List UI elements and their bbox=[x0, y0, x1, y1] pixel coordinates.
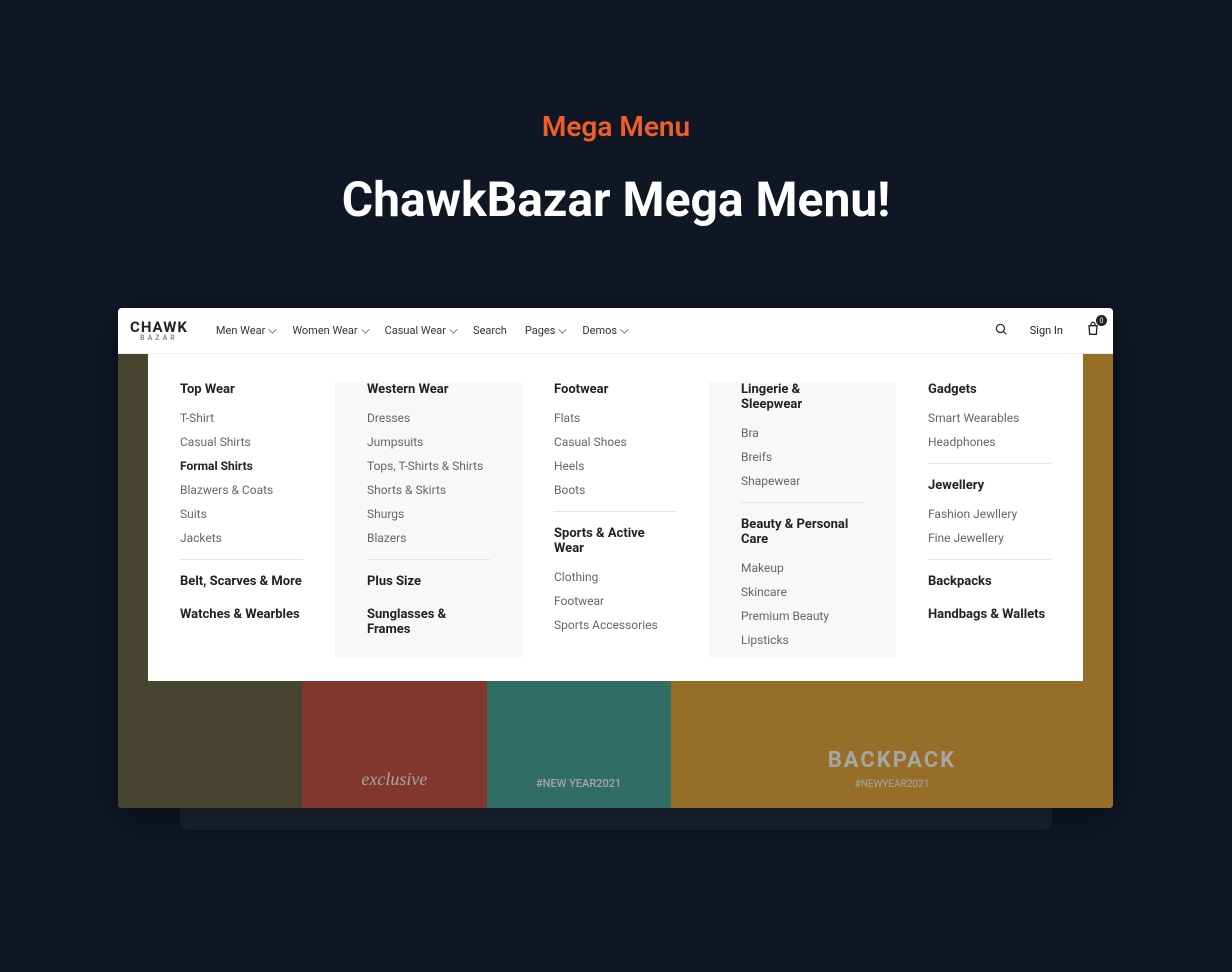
menu-item[interactable]: Jumpsuits bbox=[367, 435, 490, 449]
menu-section[interactable]: Backpacks bbox=[928, 574, 1051, 589]
menu-item[interactable]: Tops, T-Shirts & Shirts bbox=[367, 459, 490, 473]
col-header[interactable]: Top Wear bbox=[180, 382, 303, 397]
logo[interactable]: CHAWK BAZAR bbox=[130, 320, 188, 342]
nav: Men Wear Women Wear Casual Wear Search P… bbox=[216, 324, 626, 337]
divider bbox=[367, 559, 490, 560]
menu-section[interactable]: Sunglasses & Frames bbox=[367, 607, 490, 637]
menu-section[interactable]: Handbags & Wallets bbox=[928, 607, 1051, 622]
nav-demos[interactable]: Demos bbox=[582, 324, 626, 337]
mega-col-gadgets: Gadgets Smart Wearables Headphones Jewel… bbox=[896, 382, 1083, 657]
menu-item[interactable]: Jackets bbox=[180, 531, 303, 545]
menu-item[interactable]: Skincare bbox=[741, 585, 864, 599]
menu-section[interactable]: Jewellery bbox=[928, 478, 1051, 493]
nav-search[interactable]: Search bbox=[473, 324, 507, 337]
divider bbox=[928, 559, 1051, 560]
divider bbox=[554, 511, 677, 512]
logo-main: CHAWK bbox=[130, 318, 188, 336]
mega-col-western: Western Wear Dresses Jumpsuits Tops, T-S… bbox=[335, 382, 522, 657]
hero-title: ChawkBazar Mega Menu! bbox=[0, 171, 1232, 228]
menu-section[interactable]: Sports & Active Wear bbox=[554, 526, 677, 556]
topbar-right: Sign In 0 bbox=[994, 321, 1101, 340]
signin-link[interactable]: Sign In bbox=[1030, 324, 1063, 337]
menu-item[interactable]: Casual Shoes bbox=[554, 435, 677, 449]
menu-section[interactable]: Belt, Scarves & More bbox=[180, 574, 303, 589]
menu-item[interactable]: Makeup bbox=[741, 561, 864, 575]
col-header[interactable]: Lingerie & Sleepwear bbox=[741, 382, 864, 412]
chevron-down-icon bbox=[620, 325, 628, 333]
chevron-down-icon bbox=[559, 325, 567, 333]
menu-item[interactable]: Shorts & Skirts bbox=[367, 483, 490, 497]
menu-item[interactable]: Breifs bbox=[741, 450, 864, 464]
chevron-down-icon bbox=[268, 325, 276, 333]
browser-window: CHAWK BAZAR Men Wear Women Wear Casual W… bbox=[118, 308, 1113, 808]
menu-item[interactable]: Clothing bbox=[554, 570, 677, 584]
topbar: CHAWK BAZAR Men Wear Women Wear Casual W… bbox=[118, 308, 1113, 354]
menu-item[interactable]: Flats bbox=[554, 411, 677, 425]
logo-sub: BAZAR bbox=[130, 335, 188, 342]
divider bbox=[928, 463, 1051, 464]
nav-women-wear[interactable]: Women Wear bbox=[292, 324, 366, 337]
menu-item[interactable]: Boots bbox=[554, 483, 677, 497]
mega-col-footwear: Footwear Flats Casual Shoes Heels Boots … bbox=[522, 382, 709, 657]
hero-subtitle: Mega Menu bbox=[0, 110, 1232, 143]
menu-item[interactable]: Blazers bbox=[367, 531, 490, 545]
nav-men-wear[interactable]: Men Wear bbox=[216, 324, 274, 337]
menu-item[interactable]: Shapewear bbox=[741, 474, 864, 488]
menu-item[interactable]: Formal Shirts bbox=[180, 459, 303, 473]
divider bbox=[741, 502, 864, 503]
col-header[interactable]: Gadgets bbox=[928, 382, 1051, 397]
col-header[interactable]: Western Wear bbox=[367, 382, 490, 397]
menu-item[interactable]: Casual Shirts bbox=[180, 435, 303, 449]
nav-pages[interactable]: Pages bbox=[525, 324, 565, 337]
menu-item[interactable]: Lipsticks bbox=[741, 633, 864, 647]
chevron-down-icon bbox=[361, 325, 369, 333]
mega-menu: Top Wear T-Shirt Casual Shirts Formal Sh… bbox=[148, 354, 1083, 681]
hero: Mega Menu ChawkBazar Mega Menu! bbox=[0, 0, 1232, 228]
nav-casual-wear[interactable]: Casual Wear bbox=[385, 324, 455, 337]
menu-item[interactable]: Heels bbox=[554, 459, 677, 473]
menu-item[interactable]: Headphones bbox=[928, 435, 1051, 449]
menu-item[interactable]: Sports Accessories bbox=[554, 618, 677, 632]
chevron-down-icon bbox=[449, 325, 457, 333]
menu-section[interactable]: Plus Size bbox=[367, 574, 490, 589]
menu-item[interactable]: Dresses bbox=[367, 411, 490, 425]
menu-section[interactable]: Watches & Wearbles bbox=[180, 607, 303, 622]
menu-item[interactable]: Footwear bbox=[554, 594, 677, 608]
search-icon[interactable] bbox=[994, 322, 1008, 339]
menu-item[interactable]: Smart Wearables bbox=[928, 411, 1051, 425]
menu-section[interactable]: Beauty & Personal Care bbox=[741, 517, 864, 547]
menu-item[interactable]: T-Shirt bbox=[180, 411, 303, 425]
menu-item[interactable]: Fine Jewellery bbox=[928, 531, 1051, 545]
menu-item[interactable]: Bra bbox=[741, 426, 864, 440]
mega-col-topwear: Top Wear T-Shirt Casual Shirts Formal Sh… bbox=[148, 382, 335, 657]
col-header[interactable]: Footwear bbox=[554, 382, 677, 397]
cart-button[interactable]: 0 bbox=[1085, 321, 1101, 340]
menu-item[interactable]: Suits bbox=[180, 507, 303, 521]
cart-badge: 0 bbox=[1096, 315, 1107, 326]
mega-col-lingerie: Lingerie & Sleepwear Bra Breifs Shapewea… bbox=[709, 382, 896, 657]
menu-item[interactable]: Premium Beauty bbox=[741, 609, 864, 623]
divider bbox=[180, 559, 303, 560]
menu-item[interactable]: Fashion Jewllery bbox=[928, 507, 1051, 521]
menu-item[interactable]: Shurgs bbox=[367, 507, 490, 521]
menu-item[interactable]: Blazwers & Coats bbox=[180, 483, 303, 497]
